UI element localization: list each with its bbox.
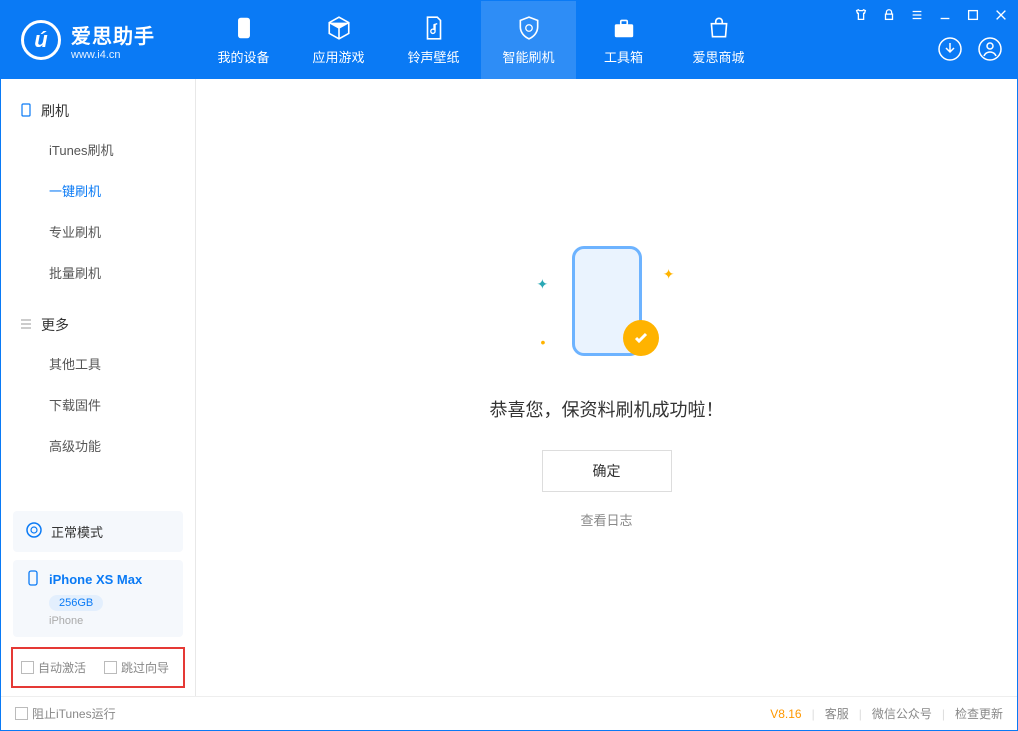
success-message: 恭喜您，保资料刷机成功啦！ bbox=[490, 396, 724, 422]
header-right-icons bbox=[937, 36, 1003, 67]
nav-toolbox[interactable]: 工具箱 bbox=[576, 1, 671, 79]
sidebar-section-title: 刷机 bbox=[41, 101, 69, 121]
success-illustration: ✦ ✦ • bbox=[527, 246, 687, 366]
bag-icon bbox=[706, 15, 732, 41]
sidebar-section-more: 更多 其他工具 下载固件 高级功能 bbox=[1, 293, 195, 466]
device-icon bbox=[19, 103, 33, 120]
checkbox-bar-highlight: 自动激活 跳过向导 bbox=[11, 647, 185, 688]
menu-icon[interactable] bbox=[909, 7, 925, 23]
device-name: iPhone XS Max bbox=[49, 572, 142, 587]
music-file-icon bbox=[421, 15, 447, 41]
sidebar-section-title: 更多 bbox=[41, 315, 69, 335]
minimize-icon[interactable] bbox=[937, 7, 953, 23]
sparkle-icon: • bbox=[541, 334, 546, 350]
wechat-link[interactable]: 微信公众号 bbox=[872, 705, 932, 722]
tshirt-icon[interactable] bbox=[853, 7, 869, 23]
nav-label: 工具箱 bbox=[604, 47, 643, 66]
user-icon[interactable] bbox=[977, 36, 1003, 67]
chk-block-itunes[interactable]: 阻止iTunes运行 bbox=[15, 705, 116, 722]
sidebar-section-flash: 刷机 iTunes刷机 一键刷机 专业刷机 批量刷机 bbox=[1, 79, 195, 293]
sidebar-item-batch-flash[interactable]: 批量刷机 bbox=[1, 252, 195, 293]
version-label: V8.16 bbox=[770, 707, 801, 721]
sparkle-icon: ✦ bbox=[663, 266, 675, 283]
sidebar-head-flash: 刷机 bbox=[1, 93, 195, 129]
checkbox-icon bbox=[104, 661, 117, 674]
sidebar: 刷机 iTunes刷机 一键刷机 专业刷机 批量刷机 更多 其他工具 下载固件 bbox=[1, 79, 196, 696]
check-badge-icon bbox=[623, 320, 659, 356]
app-title: 爱思助手 bbox=[71, 20, 155, 49]
mode-label: 正常模式 bbox=[51, 522, 103, 541]
ok-button[interactable]: 确定 bbox=[542, 450, 672, 492]
check-update-link[interactable]: 检查更新 bbox=[955, 705, 1003, 722]
app-subtitle: www.i4.cn bbox=[71, 49, 155, 61]
phone-icon bbox=[231, 15, 257, 41]
shield-refresh-icon bbox=[516, 15, 542, 41]
maximize-icon[interactable] bbox=[965, 7, 981, 23]
device-card[interactable]: iPhone XS Max 256GB iPhone bbox=[13, 560, 183, 637]
nav-label: 智能刷机 bbox=[502, 47, 554, 66]
app-window: ú 爱思助手 www.i4.cn 我的设备 应用游戏 铃声壁纸 智能刷机 bbox=[0, 0, 1018, 731]
capacity-badge: 256GB bbox=[49, 595, 103, 611]
statusbar: 阻止iTunes运行 V8.16 | 客服 | 微信公众号 | 检查更新 bbox=[1, 696, 1017, 730]
chk-auto-activate[interactable]: 自动激活 bbox=[21, 659, 86, 676]
sidebar-bottom: 正常模式 iPhone XS Max 256GB iPhone 自动激活 bbox=[1, 503, 195, 696]
main-content: ✦ ✦ • 恭喜您，保资料刷机成功啦！ 确定 查看日志 bbox=[196, 79, 1017, 696]
nav-ringtone-wallpaper[interactable]: 铃声壁纸 bbox=[386, 1, 481, 79]
nav-my-device[interactable]: 我的设备 bbox=[196, 1, 291, 79]
sidebar-head-more: 更多 bbox=[1, 307, 195, 343]
nav-label: 我的设备 bbox=[217, 47, 269, 66]
header: ú 爱思助手 www.i4.cn 我的设备 应用游戏 铃声壁纸 智能刷机 bbox=[1, 1, 1017, 79]
mode-card[interactable]: 正常模式 bbox=[13, 511, 183, 552]
sidebar-item-advanced[interactable]: 高级功能 bbox=[1, 425, 195, 466]
logo-icon: ú bbox=[21, 20, 61, 60]
toolbox-icon bbox=[611, 15, 637, 41]
lock-icon[interactable] bbox=[881, 7, 897, 23]
chk-label: 跳过向导 bbox=[121, 659, 169, 676]
statusbar-right: V8.16 | 客服 | 微信公众号 | 检查更新 bbox=[770, 705, 1003, 722]
phone-small-icon bbox=[25, 570, 41, 589]
view-log-link[interactable]: 查看日志 bbox=[580, 510, 632, 529]
chk-skip-guide[interactable]: 跳过向导 bbox=[104, 659, 169, 676]
support-link[interactable]: 客服 bbox=[825, 705, 849, 722]
body: 刷机 iTunes刷机 一键刷机 专业刷机 批量刷机 更多 其他工具 下载固件 bbox=[1, 79, 1017, 696]
sidebar-item-other-tools[interactable]: 其他工具 bbox=[1, 343, 195, 384]
nav-label: 铃声壁纸 bbox=[407, 47, 459, 66]
logo-text: 爱思助手 www.i4.cn bbox=[71, 20, 155, 61]
download-icon[interactable] bbox=[937, 36, 963, 67]
sidebar-item-pro-flash[interactable]: 专业刷机 bbox=[1, 211, 195, 252]
logo-block: ú 爱思助手 www.i4.cn bbox=[1, 20, 196, 61]
chk-label: 阻止iTunes运行 bbox=[32, 705, 116, 722]
window-controls bbox=[853, 7, 1009, 23]
sparkle-icon: ✦ bbox=[537, 276, 549, 293]
nav-smart-flash[interactable]: 智能刷机 bbox=[481, 1, 576, 79]
sidebar-item-itunes-flash[interactable]: iTunes刷机 bbox=[1, 129, 195, 170]
refresh-icon bbox=[25, 521, 43, 542]
nav-label: 应用游戏 bbox=[312, 47, 364, 66]
nav-label: 爱思商城 bbox=[692, 47, 744, 66]
top-nav: 我的设备 应用游戏 铃声壁纸 智能刷机 工具箱 爱思商城 bbox=[196, 1, 766, 79]
sidebar-item-download-firmware[interactable]: 下载固件 bbox=[1, 384, 195, 425]
checkbox-icon bbox=[21, 661, 34, 674]
chk-label: 自动激活 bbox=[38, 659, 86, 676]
close-icon[interactable] bbox=[993, 7, 1009, 23]
checkbox-icon bbox=[15, 707, 28, 720]
device-type: iPhone bbox=[49, 615, 171, 627]
list-icon bbox=[19, 317, 33, 334]
nav-store[interactable]: 爱思商城 bbox=[671, 1, 766, 79]
cube-icon bbox=[326, 15, 352, 41]
nav-apps-games[interactable]: 应用游戏 bbox=[291, 1, 386, 79]
sidebar-item-onekey-flash[interactable]: 一键刷机 bbox=[1, 170, 195, 211]
